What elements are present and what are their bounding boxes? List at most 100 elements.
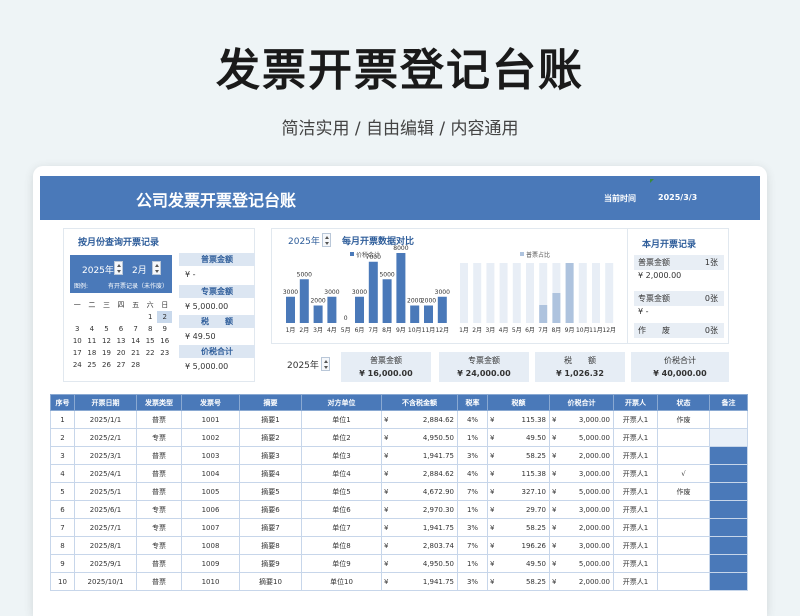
table-cell[interactable]: 1%	[457, 428, 488, 447]
table-cell[interactable]: 1008	[181, 536, 240, 555]
table-cell[interactable]	[709, 482, 748, 501]
column-header[interactable]: 对方单位	[301, 394, 382, 411]
table-cell[interactable]: 普票	[136, 482, 182, 501]
table-cell[interactable]: 3%	[457, 518, 488, 537]
table-cell[interactable]: ¥58.25	[487, 446, 550, 465]
table-cell[interactable]: 作废	[657, 482, 710, 501]
table-cell[interactable]	[657, 554, 710, 573]
calendar-day[interactable]: 19	[99, 347, 114, 359]
table-cell[interactable]	[657, 446, 710, 465]
table-cell[interactable]: 摘要6	[239, 500, 302, 519]
table-cell[interactable]: 9	[50, 554, 75, 573]
calendar-day[interactable]: 16	[157, 335, 172, 347]
table-cell[interactable]: 单位2	[301, 428, 382, 447]
table-cell[interactable]: 2025/6/1	[74, 500, 137, 519]
table-cell[interactable]: 开票人1	[613, 536, 658, 555]
column-header[interactable]: 税额	[487, 394, 550, 411]
table-cell[interactable]: 7%	[457, 482, 488, 501]
table-cell[interactable]: 摘要5	[239, 482, 302, 501]
calendar-day[interactable]: 17	[70, 347, 85, 359]
table-cell[interactable]: 1010	[181, 572, 240, 591]
table-cell[interactable]: 开票人1	[613, 482, 658, 501]
table-cell[interactable]	[657, 500, 710, 519]
table-cell[interactable]: ¥2,000.00	[549, 518, 614, 537]
table-cell[interactable]: 1005	[181, 482, 240, 501]
column-header[interactable]: 序号	[50, 394, 75, 411]
summary-year-spinner[interactable]	[321, 357, 330, 371]
table-cell[interactable]: ¥115.38	[487, 464, 550, 483]
table-cell[interactable]: ¥3,000.00	[549, 536, 614, 555]
calendar-day[interactable]: 1	[143, 311, 158, 323]
calendar-day[interactable]: 10	[70, 335, 85, 347]
table-cell[interactable]: 摘要9	[239, 554, 302, 573]
table-cell[interactable]: 普票	[136, 464, 182, 483]
table-cell[interactable]: 专票	[136, 518, 182, 537]
table-cell[interactable]: 单位7	[301, 518, 382, 537]
month-spinner[interactable]	[152, 261, 161, 275]
table-cell[interactable]: ¥49.50	[487, 428, 550, 447]
table-cell[interactable]: 开票人1	[613, 572, 658, 591]
table-cell[interactable]: 2025/8/1	[74, 536, 137, 555]
table-cell[interactable]: 开票人1	[613, 518, 658, 537]
table-cell[interactable]: 摘要7	[239, 518, 302, 537]
table-cell[interactable]: ¥5,000.00	[549, 482, 614, 501]
table-cell[interactable]: 单位5	[301, 482, 382, 501]
table-cell[interactable]: ¥2,884.62	[381, 410, 458, 429]
table-row[interactable]: 6 2025/6/1 专票 1006 摘要6 单位6 ¥2,970.30 1% ¥29.70 ¥3…	[50, 500, 748, 519]
table-row[interactable]: 1 2025/1/1 普票 1001 摘要1 单位1 ¥2,884.62 4% ¥115.38 ¥…	[50, 410, 748, 429]
table-cell[interactable]: 4%	[457, 410, 488, 429]
table-cell[interactable]: 1004	[181, 464, 240, 483]
table-row[interactable]: 5 2025/5/1 普票 1005 摘要5 单位5 ¥4,672.90 7% ¥327.10 ¥…	[50, 482, 748, 501]
table-cell[interactable]: ¥29.70	[487, 500, 550, 519]
table-cell[interactable]: √	[657, 464, 710, 483]
column-header[interactable]: 不含税金额	[381, 394, 458, 411]
table-cell[interactable]: ¥1,941.75	[381, 446, 458, 465]
table-cell[interactable]: 4	[50, 464, 75, 483]
table-cell[interactable]: ¥1,941.75	[381, 572, 458, 591]
table-cell[interactable]: 1%	[457, 500, 488, 519]
calendar-day[interactable]: 18	[85, 347, 100, 359]
table-cell[interactable]: 单位8	[301, 536, 382, 555]
table-cell[interactable]: ¥2,000.00	[549, 446, 614, 465]
calendar-day[interactable]: 11	[85, 335, 100, 347]
table-cell[interactable]: ¥2,884.62	[381, 464, 458, 483]
table-cell[interactable]: ¥58.25	[487, 572, 550, 591]
table-cell[interactable]: ¥3,000.00	[549, 464, 614, 483]
table-cell[interactable]: 普票	[136, 572, 182, 591]
table-cell[interactable]: ¥49.50	[487, 554, 550, 573]
table-cell[interactable]: 1007	[181, 518, 240, 537]
table-cell[interactable]: ¥3,000.00	[549, 410, 614, 429]
table-cell[interactable]: 3%	[457, 572, 488, 591]
calendar-day[interactable]: 25	[85, 359, 100, 371]
table-cell[interactable]: ¥4,950.50	[381, 428, 458, 447]
table-cell[interactable]: 单位4	[301, 464, 382, 483]
calendar-day[interactable]: 13	[114, 335, 129, 347]
table-cell[interactable]: 3%	[457, 446, 488, 465]
table-cell[interactable]: 1002	[181, 428, 240, 447]
table-cell[interactable]: 摘要1	[239, 410, 302, 429]
column-header[interactable]: 开票日期	[74, 394, 137, 411]
table-cell[interactable]	[657, 518, 710, 537]
column-header[interactable]: 发票类型	[136, 394, 182, 411]
table-cell[interactable]	[709, 518, 748, 537]
calendar-day[interactable]: 12	[99, 335, 114, 347]
table-cell[interactable]: ¥58.25	[487, 518, 550, 537]
table-cell[interactable]: 2	[50, 428, 75, 447]
table-cell[interactable]: ¥5,000.00	[549, 428, 614, 447]
table-cell[interactable]: 单位3	[301, 446, 382, 465]
table-cell[interactable]	[709, 500, 748, 519]
calendar-day[interactable]: 6	[114, 323, 129, 335]
column-header[interactable]: 发票号	[181, 394, 240, 411]
table-cell[interactable]: 普票	[136, 554, 182, 573]
table-cell[interactable]: 开票人1	[613, 446, 658, 465]
table-cell[interactable]: 开票人1	[613, 554, 658, 573]
table-cell[interactable]	[709, 410, 748, 429]
column-header[interactable]: 备注	[709, 394, 748, 411]
column-header[interactable]: 价税合计	[549, 394, 614, 411]
table-cell[interactable]: ¥3,000.00	[549, 500, 614, 519]
table-cell[interactable]: 2025/2/1	[74, 428, 137, 447]
table-row[interactable]: 4 2025/4/1 普票 1004 摘要4 单位4 ¥2,884.62 4% ¥115.38 ¥…	[50, 464, 748, 483]
calendar-day[interactable]: 14	[128, 335, 143, 347]
column-header[interactable]: 开票人	[613, 394, 658, 411]
table-cell[interactable]: 专票	[136, 536, 182, 555]
